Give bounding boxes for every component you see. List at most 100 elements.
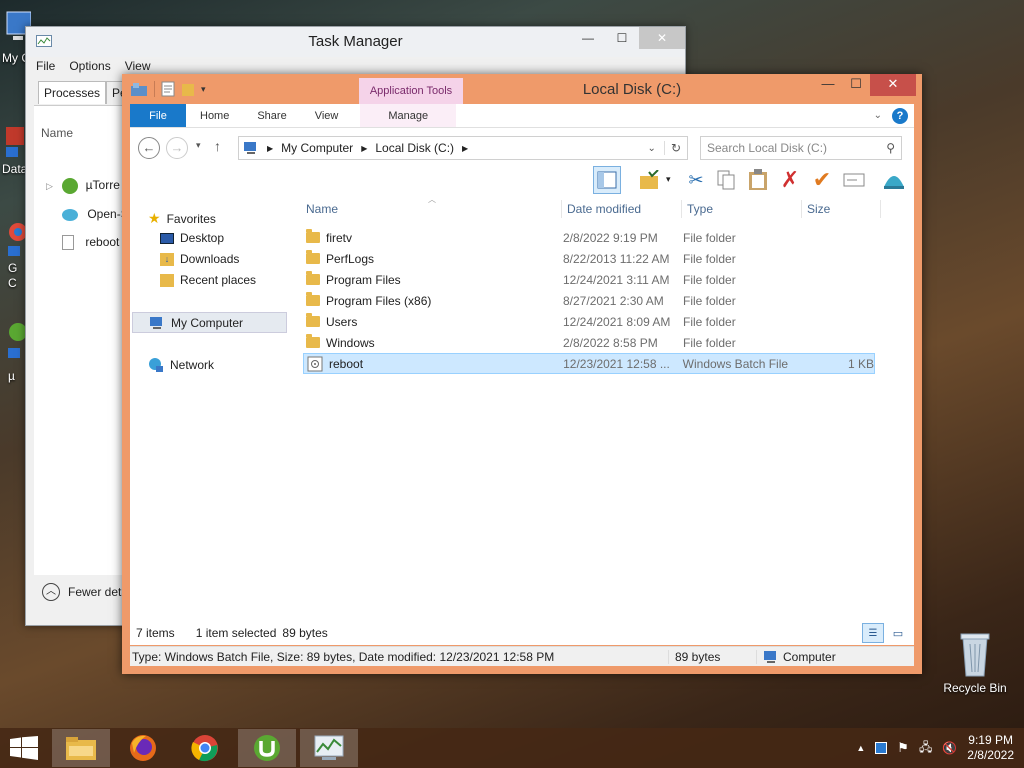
tab-share[interactable]: Share xyxy=(243,104,300,127)
explorer-titlebar[interactable]: ▾ Application Tools Local Disk (C:) — ☐ … xyxy=(122,74,922,104)
address-bar[interactable]: ▶ My Computer ▶ Local Disk (C:) ▶ ⌄ ↻ xyxy=(238,136,688,160)
details-view-icon: ☰ xyxy=(868,627,878,639)
close-button[interactable]: ✕ xyxy=(639,27,685,49)
taskbar-file-explorer[interactable] xyxy=(52,729,110,767)
menu-file[interactable]: File xyxy=(36,59,55,73)
menu-options[interactable]: Options xyxy=(69,59,110,73)
nav-network[interactable]: Network xyxy=(148,357,214,373)
column-header-size[interactable]: Size xyxy=(807,202,830,216)
network-status-icon[interactable]: 🖧 xyxy=(919,738,932,759)
process-row[interactable]: Open-S xyxy=(62,207,129,221)
file-row[interactable]: PerfLogs 8/22/2013 11:22 AM File folder xyxy=(303,248,875,269)
dropdown-icon[interactable]: ▾ xyxy=(666,174,671,185)
file-date: 2/8/2022 9:19 PM xyxy=(563,230,658,245)
tab-file[interactable]: File xyxy=(130,104,186,127)
copy-button[interactable] xyxy=(712,166,740,194)
item-count: 7 items xyxy=(136,626,175,640)
action-center-icon[interactable] xyxy=(875,742,888,754)
taskbar: ▲ ⚑ 🖧 🔇 9:19 PM 2/8/2022 xyxy=(0,728,1024,768)
apply-button[interactable]: ✔ xyxy=(808,166,836,194)
process-row[interactable]: ▷ µTorre xyxy=(46,178,120,194)
windows-logo-icon xyxy=(10,736,38,760)
tab-manage[interactable]: Manage xyxy=(360,104,457,127)
column-header-name[interactable]: Name xyxy=(41,126,73,140)
preview-pane-button[interactable] xyxy=(593,166,621,194)
tab-processes[interactable]: Processes xyxy=(38,81,107,104)
nav-recent-places[interactable]: Recent places xyxy=(160,273,256,287)
file-row[interactable]: Program Files (x86) 8/27/2021 2:30 AM Fi… xyxy=(303,290,875,311)
address-row: ← → ▾ ↑ ▶ My Computer ▶ Local Disk (C:) … xyxy=(130,128,914,166)
file-row-selected[interactable]: reboot 12/23/2021 12:58 ... Windows Batc… xyxy=(303,353,875,374)
file-type: File folder xyxy=(683,335,736,350)
nav-my-computer[interactable]: My Computer xyxy=(132,312,287,333)
new-folder-icon[interactable] xyxy=(181,81,195,97)
up-arrow-icon[interactable]: ↑ xyxy=(214,138,221,154)
paste-button[interactable] xyxy=(744,166,772,194)
explorer-app-icon[interactable] xyxy=(130,81,148,97)
cut-button[interactable]: ✂ xyxy=(682,166,710,194)
recent-locations-icon[interactable]: ▾ xyxy=(196,140,201,151)
breadcrumb-separator-icon[interactable]: ▶ xyxy=(361,144,367,153)
file-type: File folder xyxy=(683,251,736,266)
forward-button[interactable]: → xyxy=(166,137,188,159)
fewer-details-button[interactable]: ︿ Fewer deta xyxy=(42,583,128,601)
show-hidden-icons-icon[interactable]: ▲ xyxy=(856,743,865,753)
breadcrumb-separator-icon[interactable]: ▶ xyxy=(462,144,468,153)
breadcrumb-my-computer[interactable]: My Computer xyxy=(281,141,353,155)
file-row[interactable]: Windows 2/8/2022 8:58 PM File folder xyxy=(303,332,875,353)
address-dropdown-icon[interactable]: ⌄ xyxy=(648,143,656,154)
maximize-button[interactable]: ☐ xyxy=(842,74,870,96)
menu-view[interactable]: View xyxy=(125,59,151,73)
recycle-bin-icon xyxy=(960,633,990,677)
start-button[interactable] xyxy=(0,729,48,767)
desktop-icon-recycle-bin[interactable]: Recycle Bin xyxy=(940,630,1010,695)
taskbar-firefox[interactable] xyxy=(114,729,172,767)
large-icons-view-button[interactable]: ▭ xyxy=(888,623,908,643)
tab-home[interactable]: Home xyxy=(186,104,243,127)
column-header-name[interactable]: Name xyxy=(306,202,338,216)
minimize-button[interactable]: — xyxy=(571,27,605,49)
breadcrumb-local-disk[interactable]: Local Disk (C:) xyxy=(375,141,454,155)
help-icon[interactable]: ? xyxy=(892,107,908,124)
tab-view[interactable]: View xyxy=(301,104,353,127)
nav-downloads[interactable]: ↓ Downloads xyxy=(160,252,239,266)
file-row[interactable]: firetv 2/8/2022 9:19 PM File folder xyxy=(303,227,875,248)
flag-icon[interactable]: ⚑ xyxy=(897,740,909,756)
shell-button[interactable] xyxy=(880,166,908,194)
nav-desktop[interactable]: Desktop xyxy=(160,231,224,245)
minimize-button[interactable]: — xyxy=(814,74,842,96)
nav-favorites[interactable]: ★ Favorites xyxy=(148,210,216,227)
back-button[interactable]: ← xyxy=(138,137,160,159)
taskbar-utorrent[interactable] xyxy=(238,729,296,767)
search-input[interactable]: Search Local Disk (C:) ⚲ xyxy=(700,136,902,160)
process-row[interactable]: reboot xyxy=(62,235,119,251)
breadcrumb-separator-icon[interactable]: ▶ xyxy=(267,144,273,153)
expand-ribbon-icon[interactable]: ⌄ xyxy=(874,110,882,121)
expand-arrow-icon[interactable]: ▷ xyxy=(46,181,53,191)
taskbar-chrome[interactable] xyxy=(176,729,234,767)
delete-button[interactable]: ✗ xyxy=(776,166,804,194)
customize-qat-icon[interactable]: ▾ xyxy=(201,84,206,95)
task-manager-titlebar[interactable]: Task Manager — ☐ ✕ xyxy=(26,27,685,57)
taskbar-task-manager[interactable] xyxy=(300,729,358,767)
volume-muted-icon[interactable]: 🔇 xyxy=(942,741,957,755)
column-headers: Name ︿ Date modified Type Size xyxy=(300,195,910,222)
details-view-button[interactable]: ☰ xyxy=(862,623,884,643)
folder-icon xyxy=(306,229,320,243)
column-header-type[interactable]: Type xyxy=(687,202,713,216)
close-button[interactable]: ✕ xyxy=(870,74,916,96)
star-icon: ★ xyxy=(148,210,161,226)
explorer-window[interactable]: ▾ Application Tools Local Disk (C:) — ☐ … xyxy=(122,74,922,674)
refresh-icon[interactable]: ↻ xyxy=(663,141,687,155)
properties-button[interactable] xyxy=(636,166,664,194)
maximize-button[interactable]: ☐ xyxy=(605,27,639,49)
clock[interactable]: 9:19 PM 2/8/2022 xyxy=(967,733,1014,763)
file-row[interactable]: Users 12/24/2021 8:09 AM File folder xyxy=(303,311,875,332)
file-row[interactable]: Program Files 12/24/2021 3:11 AM File fo… xyxy=(303,269,875,290)
nav-label: My Computer xyxy=(171,315,244,330)
rename-button[interactable] xyxy=(840,166,868,194)
properties-icon[interactable] xyxy=(161,81,175,97)
details-location: Computer xyxy=(783,649,836,664)
column-header-date[interactable]: Date modified xyxy=(567,202,641,216)
details-size: 89 bytes xyxy=(668,649,756,664)
